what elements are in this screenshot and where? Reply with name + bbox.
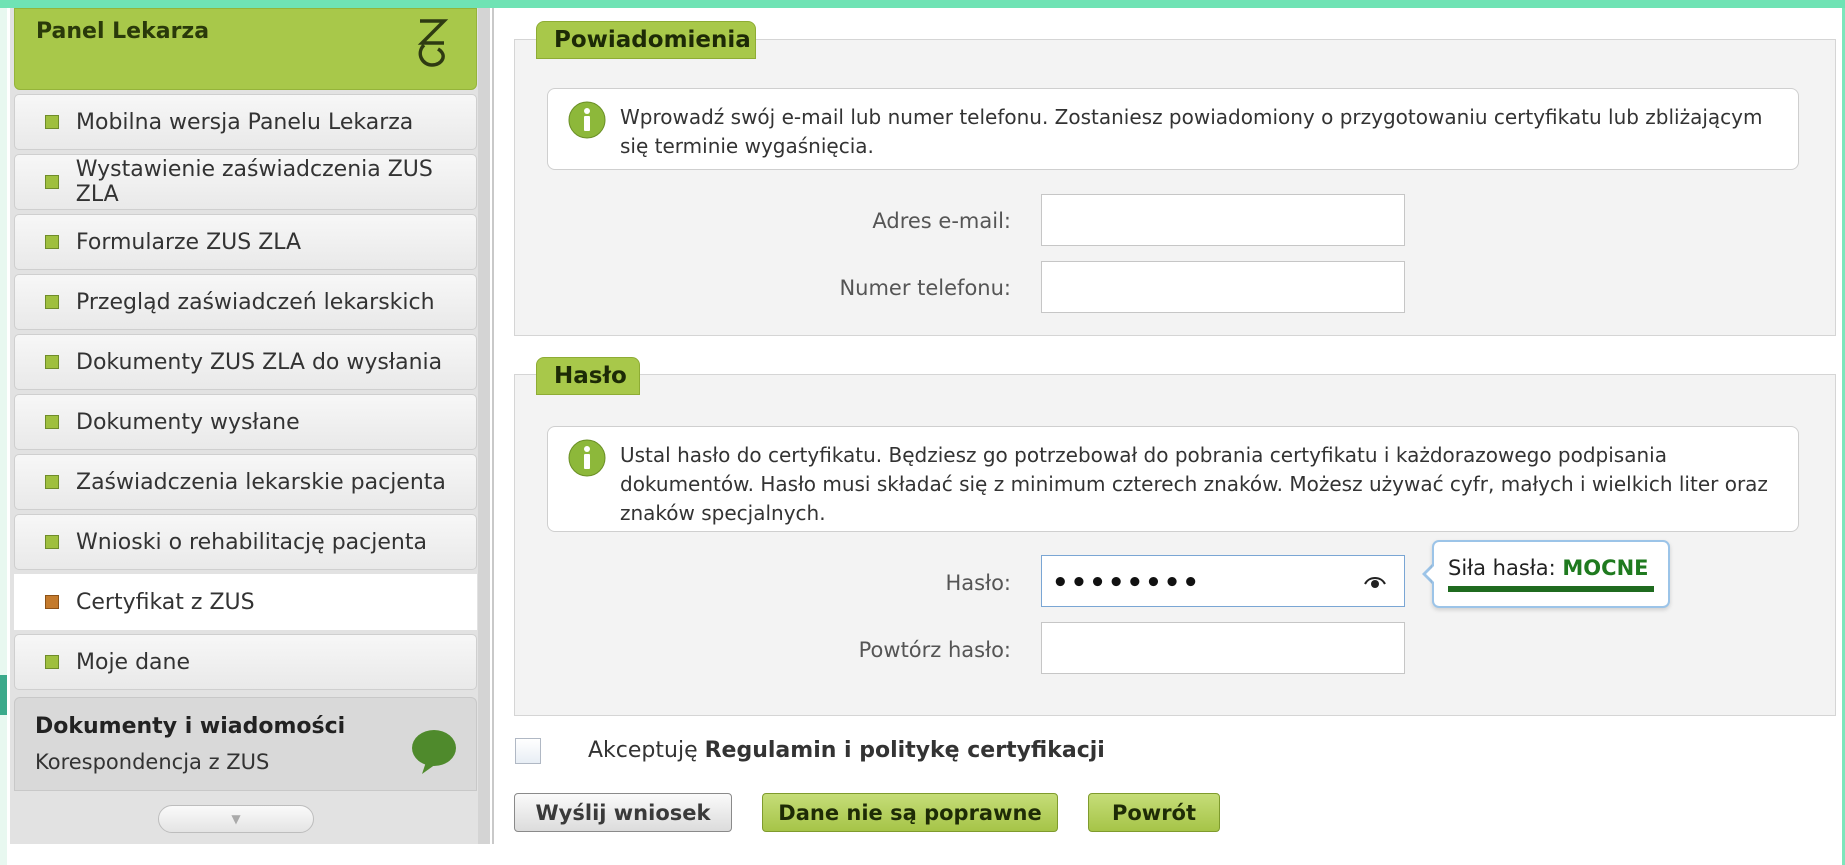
bullet-icon	[45, 475, 59, 489]
sidebar-scrollbar[interactable]	[478, 8, 490, 844]
repeat-password-label: Powtórz hasło:	[858, 638, 1011, 662]
strength-value: MOCNE	[1562, 556, 1649, 580]
sidebar-item-my-data[interactable]: Moje dane	[14, 634, 477, 690]
sidebar-item-label: Mobilna wersja Panelu Lekarza	[76, 109, 414, 135]
password-masked-value: ••••••••	[1052, 568, 1201, 598]
bullet-icon	[45, 175, 59, 189]
chevron-down-icon: ▼	[231, 812, 241, 826]
notifications-info-text: Wprowadź swój e-mail lub numer telefonu.…	[620, 105, 1763, 158]
bullet-icon	[45, 535, 59, 549]
strength-label: Siła hasła:	[1448, 556, 1556, 580]
strength-text: Siła hasła: MOCNE	[1448, 556, 1649, 580]
info-icon	[568, 101, 606, 139]
password-strength-tooltip: Siła hasła: MOCNE	[1432, 540, 1670, 608]
notifications-legend: Powiadomienia	[536, 21, 756, 59]
phone-label: Numer telefonu:	[839, 276, 1011, 300]
sidebar-item-docs-to-send[interactable]: Dokumenty ZUS ZLA do wysłania	[14, 334, 477, 390]
sidebar-item-label: Moje dane	[76, 649, 191, 675]
password-legend: Hasło	[536, 357, 640, 395]
sidebar-item-label: Wystawienie zaświadczenia ZUS ZLA	[75, 157, 433, 207]
bullet-icon	[45, 295, 59, 309]
sidebar-item-label: Certyfikat z ZUS	[76, 589, 255, 615]
eye-icon[interactable]	[1364, 574, 1386, 590]
strength-bar	[1448, 586, 1654, 592]
bullet-icon	[45, 355, 59, 369]
sidebar-item-mobile-version[interactable]: Mobilna wersja Panelu Lekarza	[14, 94, 477, 150]
sidebar-item-label: Formularze ZUS ZLA	[76, 229, 302, 255]
sidebar-item-rehab-requests[interactable]: Wnioski o rehabilitację pacjenta	[14, 514, 477, 570]
info-icon	[568, 439, 606, 477]
sidebar-item-review-certificates[interactable]: Przegląd zaświadczeń lekarskich	[14, 274, 477, 330]
sidebar-item-forms[interactable]: Formularze ZUS ZLA	[14, 214, 477, 270]
sidebar-item-label: Zaświadczenia lekarskie pacjenta	[76, 469, 446, 495]
bullet-icon	[45, 235, 59, 249]
docs-subtitle: Korespondencja z ZUS	[35, 750, 270, 774]
sidebar-item-label: Dokumenty wysłane	[76, 409, 300, 435]
documents-and-messages-box[interactable]: Dokumenty i wiadomości Korespondencja z …	[14, 697, 477, 791]
docs-title: Dokumenty i wiadomości	[35, 714, 346, 739]
sidebar-scroll-down-button[interactable]: ▼	[158, 805, 314, 833]
phone-field[interactable]	[1041, 261, 1405, 313]
email-label: Adres e-mail:	[872, 209, 1011, 233]
bullet-icon	[45, 595, 59, 609]
speech-bubble-icon	[412, 730, 456, 774]
sidebar-item-label: Przegląd zaświadczeń lekarskich	[76, 289, 435, 315]
sidebar-item-certificate-zus[interactable]: Certyfikat z ZUS	[14, 574, 477, 630]
top-accent-bar	[0, 0, 1845, 8]
sidebar-item-label: Wnioski o rehabilitację pacjenta	[76, 529, 427, 555]
accept-terms-text: Akceptuję Regulamin i politykę certyfika…	[588, 738, 1105, 763]
left-accent-mark	[0, 675, 7, 715]
send-request-button[interactable]: Wyślij wniosek	[514, 793, 732, 832]
sidebar-menu: Mobilna wersja Panelu Lekarza Wystawieni…	[14, 94, 477, 694]
notifications-info-box: Wprowadź swój e-mail lub numer telefonu.…	[547, 88, 1799, 170]
email-field[interactable]	[1041, 194, 1405, 246]
accept-terms-checkbox[interactable]	[515, 738, 541, 764]
back-button[interactable]: Powrót	[1088, 793, 1220, 832]
repeat-password-field[interactable]	[1041, 622, 1405, 674]
accept-prefix: Akceptuję	[588, 738, 698, 763]
panel-title: Panel Lekarza	[36, 19, 210, 44]
data-incorrect-button[interactable]: Dane nie są poprawne	[762, 793, 1058, 832]
sidebar-item-sent-docs[interactable]: Dokumenty wysłane	[14, 394, 477, 450]
sidebar-item-patient-certificates[interactable]: Zaświadczenia lekarskie pacjenta	[14, 454, 477, 510]
left-accent-strip	[0, 8, 7, 865]
strength-tooltip-arrow-inner	[1426, 566, 1434, 582]
terms-link[interactable]: Regulamin i politykę certyfikacji	[705, 738, 1105, 763]
password-info-box: Ustal hasło do certyfikatu. Będziesz go …	[547, 426, 1799, 532]
sidebar-divider	[492, 8, 494, 844]
sidebar-item-label: Dokumenty ZUS ZLA do wysłania	[76, 349, 443, 375]
sidebar-item-issue-certificate[interactable]: Wystawienie zaświadczenia ZUS ZLA	[14, 154, 477, 210]
password-info-text: Ustal hasło do certyfikatu. Będziesz go …	[620, 443, 1768, 525]
zus-logo-icon	[417, 19, 449, 67]
bullet-icon	[45, 415, 59, 429]
password-label: Hasło:	[945, 571, 1012, 595]
panel-header: Panel Lekarza	[14, 8, 477, 90]
bullet-icon	[45, 655, 59, 669]
bullet-icon	[45, 115, 59, 129]
